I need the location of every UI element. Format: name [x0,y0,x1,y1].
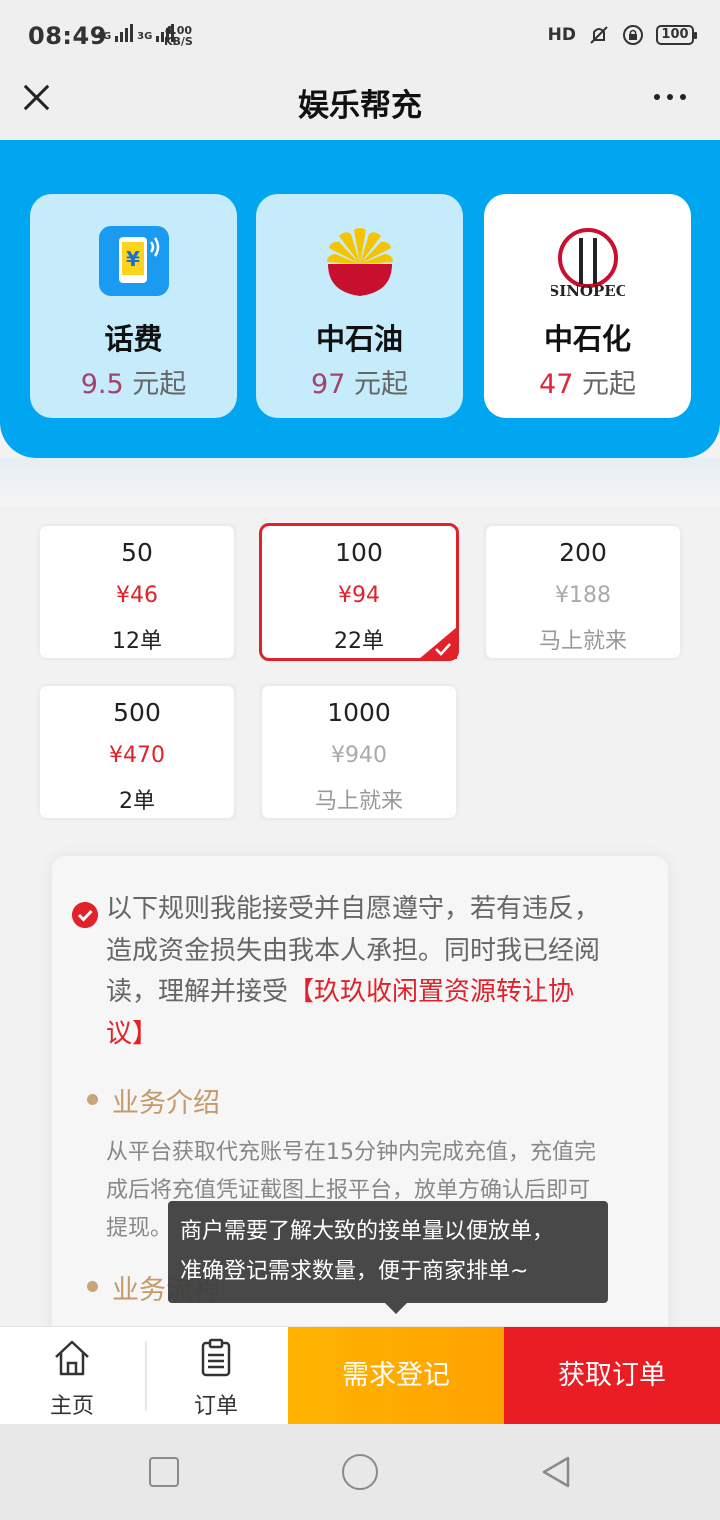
get-order-button[interactable]: 获取订单 [504,1327,720,1425]
amount-option-100[interactable]: 100 ¥94 22单 [259,523,459,661]
amount-face-value: 50 [121,538,153,567]
back-icon[interactable] [538,1454,574,1490]
network-type-4g: 4G [96,31,112,42]
signal-icon [115,24,134,42]
amount-option-1000[interactable]: 1000 ¥940 马上就来 [259,683,459,821]
category-price: 97 元起 [311,369,408,400]
amount-price: ¥94 [338,583,380,608]
signal-indicators: 4G 3G [96,24,175,42]
tooltip-line: 准确登记需求数量，便于商家排单~ [180,1259,529,1284]
more-options-icon[interactable] [654,94,686,100]
amount-face-value: 100 [335,538,383,567]
demand-register-button[interactable]: 需求登记 [288,1327,504,1425]
amount-price: ¥188 [555,583,611,608]
nav-orders-label: 订单 [193,1394,238,1419]
amount-option-50[interactable]: 50 ¥46 12单 [37,523,237,661]
system-navigation-bar [0,1424,720,1520]
speed-unit: KB/S [164,35,193,48]
clipboard-icon [201,1338,231,1377]
home-icon [55,1340,89,1376]
category-name: 中石油 [315,322,403,356]
section-title-intro: 业务介绍 [112,1088,220,1119]
phone-recharge-icon: ¥ [99,226,169,296]
tooltip-arrow [385,1303,407,1314]
category-price: 47 元起 [539,369,636,400]
agree-checkbox[interactable] [72,902,98,928]
amount-price: ¥940 [331,743,387,768]
amount-option-500[interactable]: 500 ¥470 2单 [37,683,237,821]
agreement-line: 读，理解并接受【玖玖收闲置资源转让协 [106,977,575,1007]
network-speed: 4.00 KB/S [164,25,193,47]
category-card-petrochina[interactable]: 中石油 97 元起 [256,194,463,418]
amount-face-value: 200 [559,538,607,567]
agreement-text: 以下规则我能接受并自愿遵守，若有违反， 造成资金损失由我本人承担。同时我已经阅 … [106,889,638,1055]
category-name: 话费 [104,322,163,356]
category-card-sinopec[interactable]: SINOPEC 中石化 47 元起 [484,194,691,418]
section-bullet [87,1281,98,1292]
amount-price: ¥470 [109,743,165,768]
agreement-link[interactable]: 【玖玖收闲置资源转让协 [288,977,574,1007]
category-price: 9.5 元起 [80,369,187,400]
nav-home-label: 主页 [49,1394,94,1419]
svg-text:SINOPEC: SINOPEC [551,282,625,298]
intro-line: 从平台获取代充账号在15分钟内完成充值，充值完 [106,1140,596,1165]
battery-icon: 100 [656,25,697,45]
nav-orders[interactable]: 订单 [144,1327,288,1425]
hd-icon: HD [547,25,576,45]
selected-check-icon [419,627,457,659]
section-bullet [87,1094,98,1105]
sinopec-logo-icon: SINOPEC [551,228,625,298]
amount-order-count: 马上就来 [314,789,403,814]
petrochina-logo-icon [327,228,393,296]
svg-text:¥: ¥ [126,247,140,271]
alarm-lock-icon [623,25,643,45]
system-home-icon[interactable] [342,1454,378,1490]
app-header: 娱乐帮充 [0,70,720,140]
bottom-bar: 主页 订单 需求登记 获取订单 [0,1326,720,1425]
agreement-line: 以下规则我能接受并自愿遵守，若有违反， [106,894,601,924]
category-name: 中石化 [543,322,631,356]
amount-order-count: 2单 [119,789,155,814]
banner-shadow [0,458,720,506]
status-bar: 08:49 4G 3G 4.00 KB/S HD 100 [0,0,720,70]
tooltip-line: 商户需要了解大致的接单量以便放单， [180,1219,555,1244]
register-tooltip: 商户需要了解大致的接单量以便放单， 准确登记需求数量，便于商家排单~ [168,1201,608,1303]
network-type-3g: 3G [137,31,153,42]
amount-option-200[interactable]: 200 ¥188 马上就来 [483,523,683,661]
amount-price: ¥46 [116,583,158,608]
agreement-line: 造成资金损失由我本人承担。同时我已经阅 [106,935,601,966]
vibrate-mute-icon [590,26,608,44]
amount-face-value: 1000 [327,698,391,727]
recent-apps-icon[interactable] [149,1457,179,1487]
amount-face-value: 500 [113,698,161,727]
nav-home[interactable]: 主页 [0,1327,144,1425]
page-title: 娱乐帮充 [298,88,422,124]
category-card-phone[interactable]: ¥ 话费 9.5 元起 [30,194,237,418]
amount-order-count: 马上就来 [538,629,627,654]
status-right-icons: HD 100 [547,24,697,46]
amount-order-count: 12单 [112,629,162,654]
agreement-link-end[interactable]: 议】 [106,1014,638,1056]
